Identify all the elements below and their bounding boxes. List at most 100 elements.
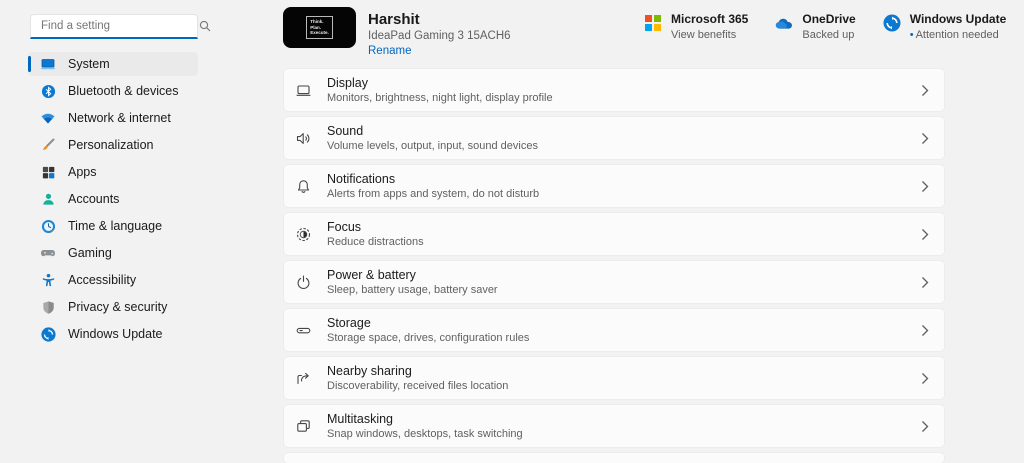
sidebar-item-personalization[interactable]: Personalization [28,133,198,157]
search-icon[interactable] [199,20,211,32]
bluetooth-icon [40,83,56,99]
sidebar-item-accessibility[interactable]: Accessibility [28,268,198,292]
badge-subtitle-text: Attention needed [915,29,999,41]
sidebar-item-apps[interactable]: Apps [28,160,198,184]
system-settings-list: Display Monitors, brightness, night ligh… [283,68,945,463]
time-language-icon [40,218,56,234]
onedrive-cloud-icon [775,14,793,32]
chevron-right-icon [921,84,929,97]
sidebar-item-accounts[interactable]: Accounts [28,187,198,211]
sidebar-item-gaming[interactable]: Gaming [28,241,198,265]
chevron-right-icon [921,180,929,193]
settings-row-focus[interactable]: Focus Reduce distractions [283,212,945,256]
storage-icon [295,322,312,339]
badge-subtitle: • Attention needed [910,29,1007,41]
settings-row-storage[interactable]: Storage Storage space, drives, configura… [283,308,945,352]
sidebar-item-label: Time & language [68,219,163,233]
sidebar-item-label: Accounts [68,192,120,206]
row-title: Notifications [327,172,396,186]
row-subtitle: Storage space, drives, configuration rul… [327,332,530,344]
onedrive-badge[interactable]: OneDrive Backed up [775,12,856,41]
row-title: Multitasking [327,412,393,426]
settings-row-notifications[interactable]: Notifications Alerts from apps and syste… [283,164,945,208]
windows-update-icon [883,14,901,32]
sidebar-item-label: Personalization [68,138,154,152]
sidebar-item-label: System [68,57,110,71]
avatar: Think. Plan. Execute. [283,7,356,48]
device-name: IdeaPad Gaming 3 15ACH6 [368,30,511,42]
chevron-right-icon [921,324,929,337]
row-subtitle: Monitors, brightness, night light, displ… [327,92,553,104]
header-badges: Microsoft 365 View benefits OneDrive Bac… [644,12,1006,41]
row-title: Power & battery [327,268,416,282]
notifications-icon [295,178,312,195]
chevron-right-icon [921,276,929,289]
sidebar-item-label: Apps [68,165,97,179]
sidebar-item-label: Bluetooth & devices [68,84,179,98]
sidebar-item-time-language[interactable]: Time & language [28,214,198,238]
search-input[interactable] [31,20,199,32]
sidebar-nav: System Bluetooth & devices Network & int… [28,52,198,349]
row-subtitle: Snap windows, desktops, task switching [327,428,523,440]
focus-icon [295,226,312,243]
settings-row-display[interactable]: Display Monitors, brightness, night ligh… [283,68,945,112]
privacy-icon [40,299,56,315]
sidebar-item-bluetooth-devices[interactable]: Bluetooth & devices [28,79,198,103]
accounts-icon [40,191,56,207]
settings-row-power-battery[interactable]: Power & battery Sleep, battery usage, ba… [283,260,945,304]
sidebar-item-label: Network & internet [68,111,171,125]
network-icon [40,110,56,126]
power-battery-icon [295,274,312,291]
settings-row-partial[interactable] [283,452,945,463]
sidebar-item-network-internet[interactable]: Network & internet [28,106,198,130]
badge-subtitle: Backed up [802,29,855,41]
avatar-motto: Think. Plan. Execute. [306,16,333,39]
sidebar-item-label: Accessibility [68,273,137,287]
multitasking-icon [295,418,312,435]
user-block: Harshit IdeaPad Gaming 3 15ACH6 Rename [368,11,511,57]
attention-dot: • [909,29,914,41]
settings-row-multitasking[interactable]: Multitasking Snap windows, desktops, tas… [283,404,945,448]
settings-row-sound[interactable]: Sound Volume levels, output, input, soun… [283,116,945,160]
sidebar-item-system[interactable]: System [28,52,198,76]
windows-update-icon [40,326,56,342]
row-subtitle: Discoverability, received files location [327,380,509,392]
chevron-right-icon [921,132,929,145]
row-subtitle: Volume levels, output, input, sound devi… [327,140,538,152]
nearby-sharing-icon [295,370,312,387]
chevron-right-icon [921,420,929,433]
personalization-icon [40,137,56,153]
microsoft-365-logo [644,14,662,32]
sidebar-item-label: Windows Update [68,327,163,341]
badge-title: Windows Update [909,12,1007,26]
windows-update-badge[interactable]: Windows Update • Attention needed [883,12,1007,41]
chevron-right-icon [921,372,929,385]
row-title: Nearby sharing [327,364,412,378]
apps-icon [40,164,56,180]
rename-link[interactable]: Rename [368,45,511,57]
badge-title: Microsoft 365 [671,12,749,26]
settings-row-nearby-sharing[interactable]: Nearby sharing Discoverability, received… [283,356,945,400]
gaming-icon [40,245,56,261]
sidebar-item-privacy-security[interactable]: Privacy & security [28,295,198,319]
badge-title: OneDrive [802,12,856,26]
microsoft-365-badge[interactable]: Microsoft 365 View benefits [644,12,748,41]
user-name: Harshit [368,11,420,28]
settings-sidebar: System Bluetooth & devices Network & int… [0,0,270,463]
row-subtitle: Alerts from apps and system, do not dist… [327,188,540,200]
badge-subtitle: View benefits [671,29,737,41]
sound-icon [295,130,312,147]
row-title: Sound [327,124,364,138]
accessibility-icon [40,272,56,288]
row-title: Focus [327,220,362,234]
row-title: Display [327,76,368,90]
row-subtitle: Reduce distractions [327,236,424,248]
display-icon [295,82,312,99]
sidebar-item-windows-update[interactable]: Windows Update [28,322,198,346]
chevron-right-icon [921,228,929,241]
avatar-motto-line: Execute. [310,30,329,36]
search-box[interactable] [30,14,211,39]
row-subtitle: Sleep, battery usage, battery saver [327,284,498,296]
sidebar-item-label: Gaming [68,246,112,260]
sidebar-item-label: Privacy & security [68,300,168,314]
